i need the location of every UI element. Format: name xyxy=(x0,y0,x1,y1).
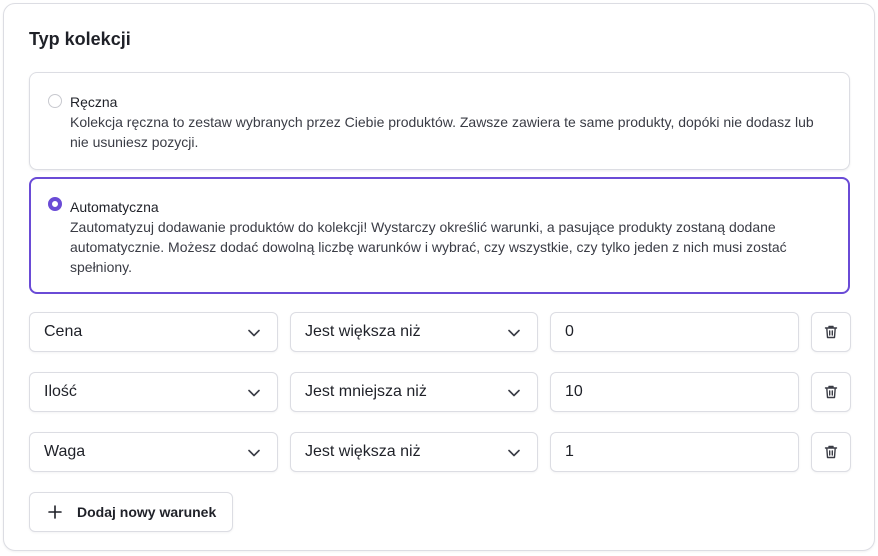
trash-icon xyxy=(824,445,838,459)
condition-value-input[interactable]: 0 xyxy=(550,312,799,352)
manual-radio[interactable] xyxy=(48,94,62,108)
delete-condition-button[interactable] xyxy=(811,312,851,352)
chevron-down-icon xyxy=(248,329,260,337)
chevron-down-icon xyxy=(248,389,260,397)
condition-operator-select[interactable]: Jest mniejsza niż xyxy=(290,372,538,412)
condition-field-value: Cena xyxy=(44,323,83,340)
condition-operator-value: Jest mniejsza niż xyxy=(305,383,427,400)
automatic-radio[interactable] xyxy=(48,197,62,211)
automatic-description: Zautomatyzuj dodawanie produktów do kole… xyxy=(70,219,787,275)
condition-field-select[interactable]: Ilość xyxy=(29,372,278,412)
section-title: Typ kolekcji xyxy=(29,29,131,49)
manual-title: Ręczna xyxy=(70,94,118,110)
option-automatic[interactable]: Automatyczna Zautomatyzuj dodawanie prod… xyxy=(29,177,850,294)
manual-description: Kolekcja ręczna to zestaw wybranych prze… xyxy=(70,114,814,150)
condition-field-select[interactable]: Waga xyxy=(29,432,278,472)
add-condition-button[interactable]: Dodaj nowy warunek xyxy=(29,492,233,532)
condition-field-value: Waga xyxy=(44,443,86,460)
trash-icon xyxy=(824,325,838,339)
chevron-down-icon xyxy=(248,449,260,457)
plus-icon xyxy=(48,505,62,519)
condition-value-text: 1 xyxy=(565,443,574,460)
condition-value-text: 10 xyxy=(565,383,583,400)
condition-value-text: 0 xyxy=(565,323,574,340)
delete-condition-button[interactable] xyxy=(811,372,851,412)
chevron-down-icon xyxy=(508,389,520,397)
chevron-down-icon xyxy=(508,329,520,337)
condition-operator-value: Jest większa niż xyxy=(305,443,421,460)
condition-operator-select[interactable]: Jest większa niż xyxy=(290,432,538,472)
automatic-title: Automatyczna xyxy=(70,199,159,215)
add-condition-label: Dodaj nowy warunek xyxy=(77,504,217,520)
condition-field-value: Ilość xyxy=(44,383,77,400)
condition-operator-select[interactable]: Jest większa niż xyxy=(290,312,538,352)
condition-value-input[interactable]: 10 xyxy=(550,372,799,412)
trash-icon xyxy=(824,385,838,399)
delete-condition-button[interactable] xyxy=(811,432,851,472)
chevron-down-icon xyxy=(508,449,520,457)
condition-value-input[interactable]: 1 xyxy=(550,432,799,472)
condition-field-select[interactable]: Cena xyxy=(29,312,278,352)
collection-type-card: Typ kolekcji Ręczna Kolekcja ręczna to z… xyxy=(3,3,875,551)
condition-operator-value: Jest większa niż xyxy=(305,323,421,340)
option-manual[interactable]: Ręczna Kolekcja ręczna to zestaw wybrany… xyxy=(29,72,850,170)
